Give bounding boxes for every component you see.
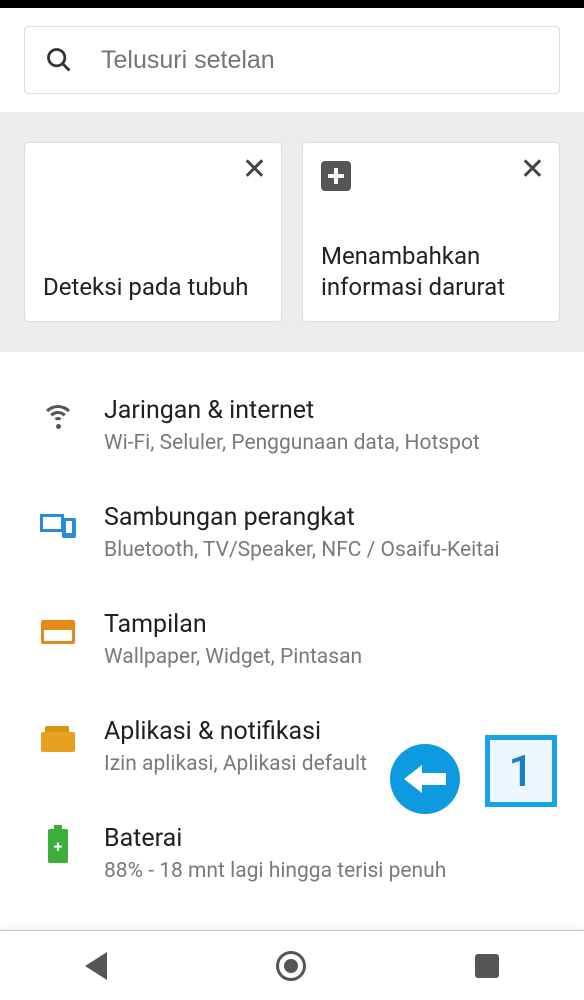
search-container <box>0 8 584 112</box>
suggestion-title: Menambahkan informasi darurat <box>321 241 541 303</box>
settings-item-connected-devices[interactable]: Sambungan perangkat Bluetooth, TV/Speake… <box>0 479 584 586</box>
close-icon[interactable]: ✕ <box>520 155 545 185</box>
system-nav-bar <box>0 930 584 1000</box>
apps-icon <box>40 721 76 757</box>
settings-item-network[interactable]: Jaringan & internet Wi-Fi, Seluler, Peng… <box>0 372 584 479</box>
suggestion-title: Deteksi pada tubuh <box>43 272 263 303</box>
settings-list: Jaringan & internet Wi-Fi, Seluler, Peng… <box>0 352 584 907</box>
item-title: Sambungan perangkat <box>104 503 562 532</box>
display-icon <box>40 614 76 650</box>
item-subtitle: Bluetooth, TV/Speaker, NFC / Osaifu-Keit… <box>104 538 562 562</box>
settings-item-battery[interactable]: + Baterai 88% - 18 mnt lagi hingga teris… <box>0 800 584 907</box>
plus-icon <box>321 161 351 191</box>
search-input[interactable] <box>101 46 539 75</box>
search-box[interactable] <box>24 26 560 94</box>
item-title: Jaringan & internet <box>104 396 562 425</box>
annotation-step-number: 1 <box>485 735 557 807</box>
nav-home-button[interactable] <box>276 951 306 981</box>
item-subtitle: Wi-Fi, Seluler, Penggunaan data, Hotspot <box>104 431 562 455</box>
suggestion-card-body-detection[interactable]: ✕ Deteksi pada tubuh <box>24 142 282 322</box>
item-subtitle: Wallpaper, Widget, Pintasan <box>104 645 562 669</box>
item-title: Baterai <box>104 824 562 853</box>
item-subtitle: 88% - 18 mnt lagi hingga terisi penuh <box>104 859 562 883</box>
close-icon[interactable]: ✕ <box>242 155 267 185</box>
status-bar <box>0 0 584 8</box>
item-title: Tampilan <box>104 610 562 639</box>
nav-back-button[interactable] <box>85 952 107 980</box>
settings-item-display[interactable]: Tampilan Wallpaper, Widget, Pintasan <box>0 586 584 693</box>
devices-icon <box>40 507 76 543</box>
battery-icon: + <box>40 828 76 864</box>
nav-recent-button[interactable] <box>475 954 499 978</box>
suggestions-band: ✕ Deteksi pada tubuh ✕ Menambahkan infor… <box>0 112 584 352</box>
search-icon <box>45 46 73 74</box>
suggestion-card-emergency-info[interactable]: ✕ Menambahkan informasi darurat <box>302 142 560 322</box>
annotation-arrow-icon <box>390 744 460 814</box>
wifi-icon <box>40 400 76 436</box>
